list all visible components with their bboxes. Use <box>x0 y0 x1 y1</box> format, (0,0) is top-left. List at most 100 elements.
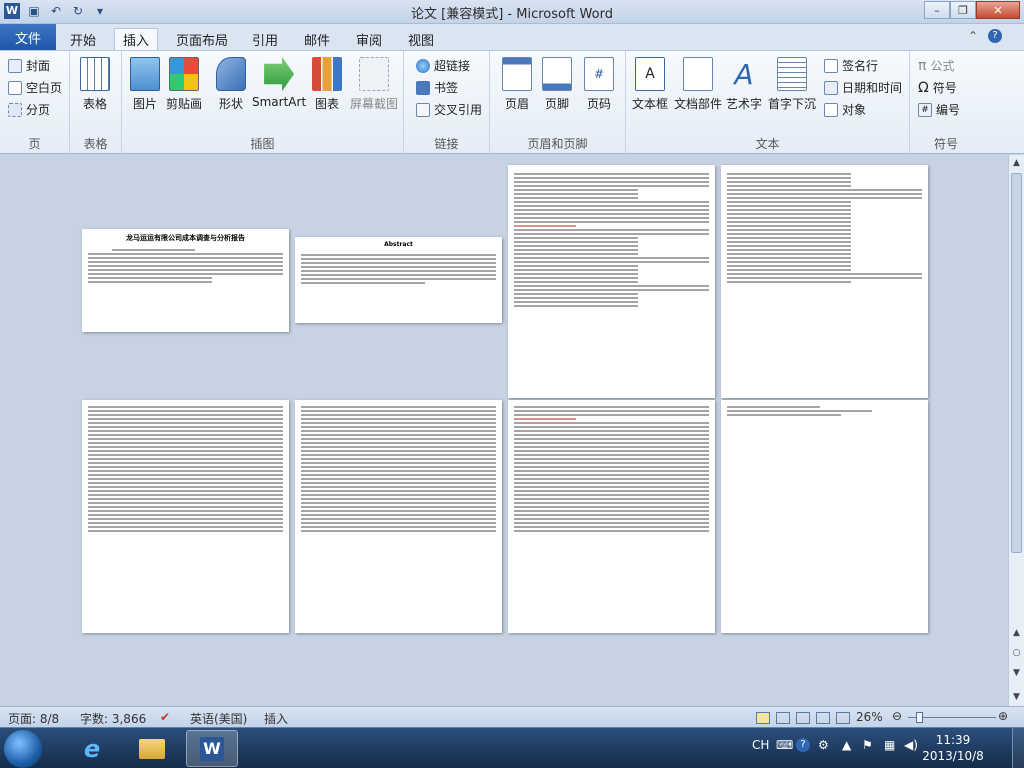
picture-button[interactable]: 图片 <box>130 57 160 112</box>
zoom-out-icon[interactable]: ⊖ <box>892 709 902 723</box>
page-4[interactable] <box>721 165 928 398</box>
zoom-knob[interactable] <box>916 712 923 723</box>
page-3[interactable] <box>508 165 715 398</box>
select-browse-object-icon[interactable]: ○ <box>1009 645 1024 661</box>
blank-page-button[interactable]: 空白页 <box>8 79 62 96</box>
tab-file[interactable]: 文件 <box>0 24 56 50</box>
insert-mode[interactable]: 插入 <box>264 710 288 727</box>
signature-line-button[interactable]: 签名行 <box>824 57 878 74</box>
help-icon[interactable]: ? <box>988 29 1002 43</box>
header-button[interactable]: 页眉 <box>502 57 532 112</box>
settings-tray-icon[interactable]: ⚙ <box>818 738 829 752</box>
scroll-down-page-icon[interactable]: ▼ <box>1009 665 1024 681</box>
smartart-label: SmartArt <box>252 95 307 109</box>
shapes-button[interactable]: 形状 <box>216 57 246 112</box>
flag-icon[interactable]: ⚑ <box>862 738 873 752</box>
object-label: 对象 <box>842 103 867 117</box>
tab-home[interactable]: 开始 <box>62 28 104 50</box>
outline-icon[interactable] <box>816 712 830 724</box>
screenshot-button[interactable]: 屏幕截图 <box>350 57 398 112</box>
textbox-button[interactable]: A 文本框 <box>632 57 668 112</box>
word-taskbar-icon[interactable]: W <box>186 730 238 767</box>
page-5[interactable] <box>82 400 289 633</box>
tab-references[interactable]: 引用 <box>244 28 286 50</box>
scroll-up-page-icon[interactable]: ▲ <box>1009 625 1024 641</box>
language[interactable]: 英语(美国) <box>190 710 247 727</box>
signature-line-icon <box>824 58 838 73</box>
ime-indicator[interactable]: CH <box>752 738 769 752</box>
equation-button[interactable]: π 公式 <box>918 57 954 74</box>
page-1[interactable]: 龙马运运有限公司成本调查与分析报告 <box>82 229 289 332</box>
zoom-in-icon[interactable]: ⊕ <box>998 709 1008 723</box>
clipart-button[interactable]: 剪贴画 <box>166 57 202 112</box>
object-icon <box>824 102 838 117</box>
table-button[interactable]: 表格 <box>80 57 110 112</box>
shapes-label: 形状 <box>218 97 243 111</box>
smartart-button[interactable]: SmartArt <box>252 57 306 109</box>
page-2-title: Abstract <box>384 241 413 248</box>
show-desktop-button[interactable] <box>1012 728 1024 768</box>
print-layout-icon[interactable] <box>756 712 770 724</box>
page-7[interactable] <box>508 400 715 633</box>
vertical-scrollbar[interactable]: ▲ ▲ ○ ▼ ▼ <box>1008 155 1024 706</box>
tab-insert[interactable]: 插入 <box>114 28 159 50</box>
page-8[interactable] <box>721 400 928 633</box>
proofing-icon[interactable]: ✔ <box>160 710 170 724</box>
number-button[interactable]: # 编号 <box>918 101 960 118</box>
group-tables: 表格 表格 <box>70 51 122 155</box>
header-label: 页眉 <box>504 97 529 111</box>
show-hidden-icons[interactable]: ▲ <box>842 738 851 752</box>
scroll-up-icon[interactable]: ▲ <box>1009 155 1024 171</box>
wordart-button[interactable]: A 艺术字 <box>726 57 762 112</box>
zoom-slider[interactable]: ⊖ ⊕ <box>892 709 1010 723</box>
hyperlink-icon <box>416 58 430 73</box>
clock-time: 11:39 <box>935 733 971 747</box>
cover-page-icon <box>8 58 22 73</box>
tab-mailings[interactable]: 邮件 <box>296 28 338 50</box>
symbol-button[interactable]: Ω 符号 <box>918 79 957 96</box>
drop-cap-button[interactable]: 首字下沉 <box>768 57 816 112</box>
object-button[interactable]: 对象 <box>824 101 866 118</box>
word-count[interactable]: 字数: 3,866 <box>80 710 146 727</box>
header-icon <box>502 57 532 91</box>
group-label-header-footer: 页眉和页脚 <box>527 137 588 151</box>
tab-review[interactable]: 审阅 <box>348 28 390 50</box>
quick-parts-button[interactable]: 文档部件 <box>674 57 722 112</box>
document-area[interactable]: 龙马运运有限公司成本调查与分析报告 Abstract <box>0 155 1008 706</box>
minimize-button[interactable]: – <box>924 1 950 19</box>
chart-button[interactable]: 图表 <box>312 57 342 112</box>
ime-icon[interactable]: ⌨ <box>776 738 793 752</box>
explorer-icon[interactable] <box>126 730 178 767</box>
full-screen-reading-icon[interactable] <box>776 712 790 724</box>
cover-page-button[interactable]: 封面 <box>8 57 50 74</box>
draft-icon[interactable] <box>836 712 850 724</box>
page-2[interactable]: Abstract <box>295 237 502 323</box>
zoom-level[interactable]: 26% <box>856 710 883 724</box>
bookmark-button[interactable]: 书签 <box>416 79 458 96</box>
volume-icon[interactable]: ◀) <box>904 738 918 752</box>
cross-reference-button[interactable]: 交叉引用 <box>416 101 482 118</box>
page-6[interactable] <box>295 400 502 633</box>
cover-page-label: 封面 <box>26 59 51 73</box>
page-number-button[interactable]: # 页码 <box>584 57 614 112</box>
help-tray-icon[interactable]: ? <box>796 738 810 752</box>
clipart-icon <box>169 57 199 91</box>
hyperlink-button[interactable]: 超链接 <box>416 57 470 74</box>
internet-explorer-icon[interactable]: e <box>66 730 118 767</box>
tab-page-layout[interactable]: 页面布局 <box>168 28 236 50</box>
date-time-button[interactable]: 日期和时间 <box>824 79 902 96</box>
tab-view[interactable]: 视图 <box>400 28 442 50</box>
start-button[interactable] <box>4 730 42 768</box>
restore-button[interactable]: ❐ <box>950 1 976 19</box>
web-layout-icon[interactable] <box>796 712 810 724</box>
scroll-down-icon[interactable]: ▼ <box>1009 689 1024 705</box>
network-icon[interactable]: ▦ <box>884 738 895 752</box>
footer-button[interactable]: 页脚 <box>542 57 572 112</box>
page-break-button[interactable]: 分页 <box>8 101 50 118</box>
minimize-ribbon-icon[interactable]: ⌃ <box>968 29 978 43</box>
clock[interactable]: 11:39 2013/10/8 <box>920 732 986 764</box>
page-count[interactable]: 页面: 8/8 <box>8 710 59 727</box>
scroll-thumb[interactable] <box>1011 173 1022 553</box>
blank-page-icon <box>8 80 22 95</box>
close-button[interactable]: ✕ <box>976 1 1020 19</box>
